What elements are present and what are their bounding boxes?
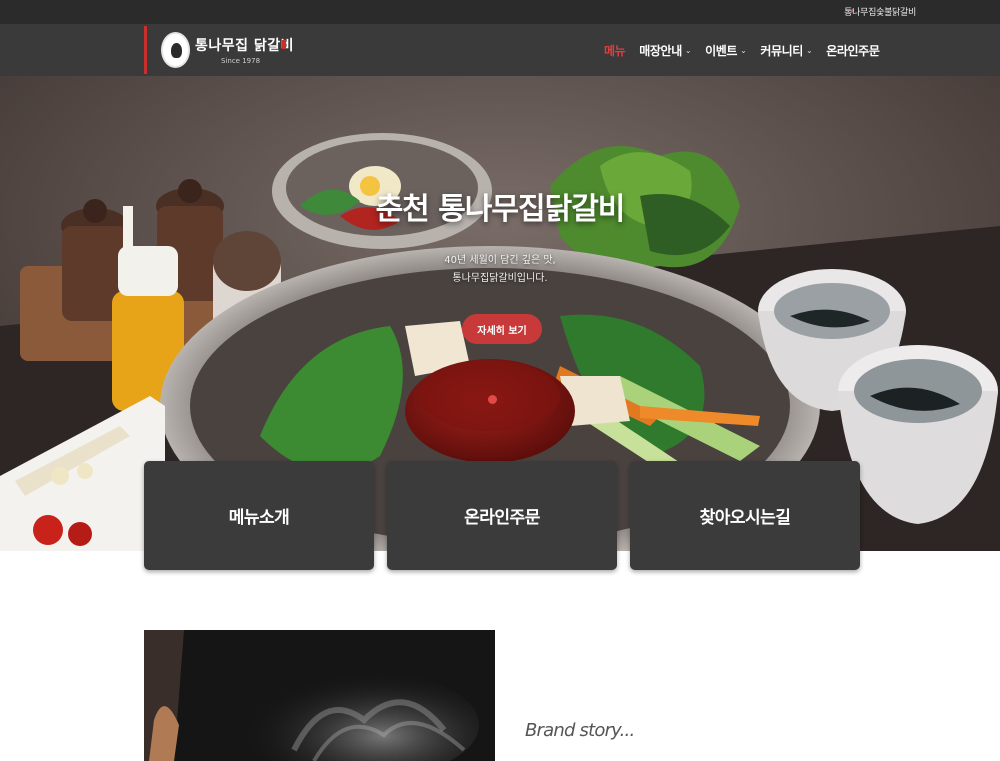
nav-item-label: 온라인주문 [826, 43, 880, 58]
chevron-down-icon: ⌄ [805, 45, 813, 55]
nav-item-online-order[interactable]: 온라인주문 [826, 42, 880, 59]
nav-item-label: 이벤트 [705, 43, 738, 58]
card-label: 메뉴소개 [228, 508, 290, 528]
nav-item-label: 매장안내 [639, 43, 682, 58]
chevron-down-icon: ⌄ [684, 45, 692, 55]
details-button[interactable]: 자세히 보기 [462, 314, 542, 344]
menu-intro-card[interactable]: 메뉴소개 [144, 461, 374, 570]
nav-item-events[interactable]: 이벤트 ⌄ [705, 42, 747, 59]
rooster-emblem-icon [161, 32, 190, 68]
nav-item-menu[interactable]: 메뉴 [604, 42, 626, 59]
brand-story-label: Brand story... [525, 720, 635, 741]
logo-accent-bar [144, 26, 147, 74]
hero-subtitle-line1: 40년 세월이 담긴 깊은 맛, [444, 255, 556, 266]
nav-item-label: 메뉴 [604, 43, 626, 58]
site-logo[interactable]: 통나무집 닭갈비 Since 1978 [161, 32, 295, 70]
card-label: 찾아오시는길 [699, 508, 791, 528]
logo-since: Since 1978 [221, 57, 261, 65]
nav-item-community[interactable]: 커뮤니티 ⌄ [760, 42, 812, 59]
directions-card[interactable]: 찾아오시는길 [630, 461, 860, 570]
main-nav: 메뉴 매장안내 ⌄ 이벤트 ⌄ 커뮤니티 ⌄ 온라인주문 [604, 41, 893, 59]
nav-item-label: 커뮤니티 [760, 43, 803, 58]
logo-title: 통나무집 닭갈비 [195, 38, 295, 54]
brand-story-image [144, 630, 495, 761]
topbar-link[interactable]: 통나무집숯불닭갈비 [844, 5, 916, 18]
nav-item-store-info[interactable]: 매장안내 ⌄ [639, 42, 691, 59]
online-order-card[interactable]: 온라인주문 [387, 461, 617, 570]
logo-red-mark [282, 40, 286, 49]
slider-indicator[interactable] [488, 395, 497, 404]
site-header: 통나무집 닭갈비 Since 1978 메뉴 매장안내 ⌄ 이벤트 ⌄ 커뮤니티… [0, 24, 1000, 76]
hero-title: 춘천 통나무집닭갈비 [375, 192, 626, 227]
card-label: 온라인주문 [464, 508, 540, 528]
steam-photo [144, 630, 495, 761]
hero-subtitle-line2: 통나무집닭갈비입니다. [452, 273, 548, 284]
chevron-down-icon: ⌄ [740, 45, 747, 55]
top-utility-bar: 통나무집숯불닭갈비 [0, 0, 1000, 24]
